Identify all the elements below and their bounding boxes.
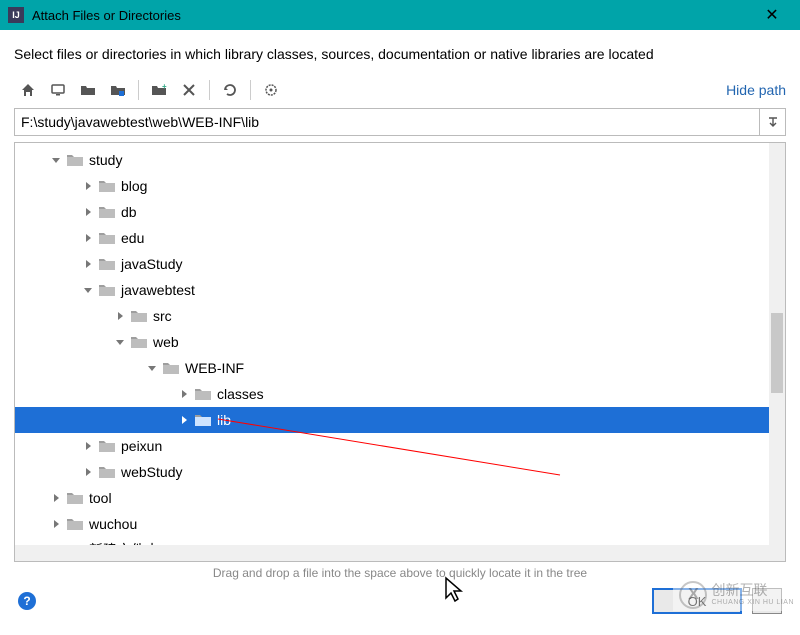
home-icon[interactable] bbox=[14, 78, 42, 102]
tree-row[interactable]: javaStudy bbox=[15, 251, 785, 277]
tree-item-label: wuchou bbox=[89, 516, 137, 532]
tree-row[interactable]: classes bbox=[15, 381, 785, 407]
tree-row[interactable]: blog bbox=[15, 173, 785, 199]
history-dropdown-icon[interactable] bbox=[760, 108, 786, 136]
tree-row[interactable]: peixun bbox=[15, 433, 785, 459]
new-folder-icon[interactable]: + bbox=[145, 78, 173, 102]
watermark-logo-icon: X bbox=[679, 581, 707, 609]
tree-row[interactable]: src bbox=[15, 303, 785, 329]
tree-row[interactable]: tool bbox=[15, 485, 785, 511]
folder-icon bbox=[65, 517, 85, 531]
folder-icon bbox=[97, 283, 117, 297]
app-icon: IJ bbox=[8, 7, 24, 23]
file-tree[interactable]: study blog db edu javaStudy javawebtest src web… bbox=[14, 142, 786, 562]
help-icon[interactable]: ? bbox=[18, 592, 36, 610]
chevron-right-icon[interactable] bbox=[79, 233, 97, 243]
folder-icon bbox=[97, 439, 117, 453]
dialog-body: Select files or directories in which lib… bbox=[0, 30, 800, 624]
delete-icon[interactable] bbox=[175, 78, 203, 102]
folder-icon bbox=[193, 413, 213, 427]
chevron-down-icon[interactable] bbox=[47, 155, 65, 165]
vertical-scrollbar[interactable] bbox=[769, 143, 785, 545]
scrollbar-thumb[interactable] bbox=[771, 313, 783, 393]
tree-item-label: WEB-INF bbox=[185, 360, 244, 376]
tree-item-label: study bbox=[89, 152, 122, 168]
folder-icon bbox=[65, 491, 85, 505]
chevron-down-icon[interactable] bbox=[143, 363, 161, 373]
folder-icon bbox=[97, 465, 117, 479]
tree-item-label: tool bbox=[89, 490, 112, 506]
chevron-right-icon[interactable] bbox=[79, 467, 97, 477]
tree-row[interactable]: web bbox=[15, 329, 785, 355]
watermark-sub: CHUANG XIN HU LIAN bbox=[711, 599, 794, 607]
chevron-down-icon[interactable] bbox=[111, 337, 129, 347]
horizontal-scrollbar[interactable] bbox=[15, 545, 769, 561]
tree-row[interactable]: edu bbox=[15, 225, 785, 251]
folder-icon bbox=[129, 335, 149, 349]
chevron-right-icon[interactable] bbox=[79, 207, 97, 217]
tree-row[interactable]: WEB-INF bbox=[15, 355, 785, 381]
tree-row[interactable]: lib bbox=[15, 407, 785, 433]
module-root-icon[interactable] bbox=[104, 78, 132, 102]
folder-icon bbox=[97, 231, 117, 245]
hide-path-link[interactable]: Hide path bbox=[726, 82, 786, 98]
watermark: X 创新互联 CHUANG XIN HU LIAN bbox=[673, 579, 800, 611]
tree-row[interactable]: webStudy bbox=[15, 459, 785, 485]
chevron-right-icon[interactable] bbox=[47, 493, 65, 503]
separator bbox=[138, 80, 139, 100]
separator bbox=[250, 80, 251, 100]
window-title: Attach Files or Directories bbox=[32, 8, 181, 23]
tree-item-label: javawebtest bbox=[121, 282, 195, 298]
tree-row[interactable]: javawebtest bbox=[15, 277, 785, 303]
chevron-right-icon[interactable] bbox=[79, 441, 97, 451]
show-hidden-icon[interactable] bbox=[257, 78, 285, 102]
tree-item-label: edu bbox=[121, 230, 144, 246]
chevron-right-icon[interactable] bbox=[79, 259, 97, 269]
tree-item-label: classes bbox=[217, 386, 264, 402]
chevron-right-icon[interactable] bbox=[111, 311, 129, 321]
close-icon[interactable]: ✕ bbox=[752, 5, 792, 25]
scrollbar-corner bbox=[769, 545, 785, 561]
title-bar: IJ Attach Files or Directories ✕ bbox=[0, 0, 800, 30]
folder-icon bbox=[65, 153, 85, 167]
chevron-right-icon[interactable] bbox=[175, 389, 193, 399]
toolbar: + Hide path bbox=[14, 76, 786, 104]
tree-item-label: src bbox=[153, 308, 172, 324]
chevron-down-icon[interactable] bbox=[79, 285, 97, 295]
folder-icon bbox=[97, 205, 117, 219]
folder-icon bbox=[129, 309, 149, 323]
tree-item-label: lib bbox=[217, 412, 231, 428]
tree-item-label: db bbox=[121, 204, 137, 220]
path-input[interactable] bbox=[14, 108, 760, 136]
path-row bbox=[14, 108, 786, 136]
watermark-brand: 创新互联 bbox=[711, 583, 794, 598]
tree-item-label: javaStudy bbox=[121, 256, 182, 272]
tree-item-label: blog bbox=[121, 178, 147, 194]
tree-row[interactable]: wuchou bbox=[15, 511, 785, 537]
select-root-icon[interactable] bbox=[74, 78, 102, 102]
refresh-icon[interactable] bbox=[216, 78, 244, 102]
separator bbox=[209, 80, 210, 100]
chevron-right-icon[interactable] bbox=[47, 519, 65, 529]
svg-text:+: + bbox=[162, 82, 167, 91]
folder-icon bbox=[97, 257, 117, 271]
tree-row[interactable]: db bbox=[15, 199, 785, 225]
folder-icon bbox=[97, 179, 117, 193]
tree-item-label: peixun bbox=[121, 438, 162, 454]
tree-item-label: webStudy bbox=[121, 464, 182, 480]
drop-hint: Drag and drop a file into the space abov… bbox=[14, 566, 786, 580]
tree-item-label: web bbox=[153, 334, 179, 350]
instruction-text: Select files or directories in which lib… bbox=[14, 46, 786, 62]
folder-icon bbox=[193, 387, 213, 401]
chevron-right-icon[interactable] bbox=[79, 181, 97, 191]
folder-icon bbox=[161, 361, 181, 375]
tree-row[interactable]: study bbox=[15, 147, 785, 173]
desktop-icon[interactable] bbox=[44, 78, 72, 102]
footer: ? OK bbox=[14, 588, 786, 614]
chevron-right-icon[interactable] bbox=[175, 415, 193, 425]
